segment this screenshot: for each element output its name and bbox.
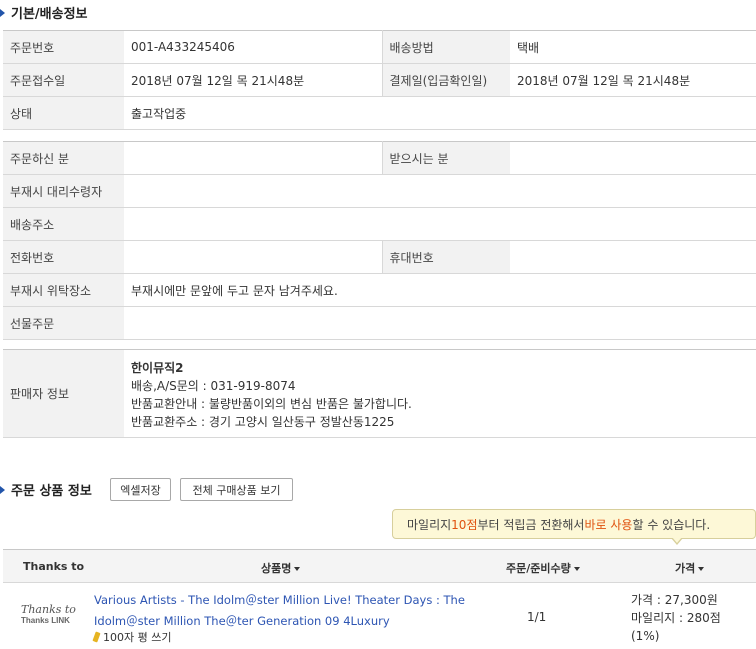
thanks-logo-top: Thanks to [21,603,76,616]
mileage-percent: (1%) [631,629,660,643]
tooltip-text-3: 할 수 있습니다. [632,517,711,532]
receiver-value [510,141,756,175]
orderer-value [124,141,382,175]
section-bullet-icon [0,8,5,17]
mobile-label: 휴대번호 [381,240,510,274]
table-row: Thanks to Thanks LINK Various Artists - … [3,583,756,649]
thanks-logo-bottom: Thanks LINK [21,616,70,625]
product-title-line1: Various Artists - The Idolm＠ster Million… [94,593,465,607]
gift-order-label: 선물주문 [3,306,124,340]
tooltip-highlight-1: 10점 [451,517,478,532]
product-title-link[interactable]: Various Artists - The Idolm＠ster Million… [94,590,474,632]
seller-details: 한이뮤직2 배송,A/S문의 : 031-919-8074 반품교환안내 : 불… [124,349,756,438]
pencil-icon [92,631,101,643]
seller-exchange-address: 반품교환주소 : 경기 고양시 일산동구 정발산동1225 [131,414,395,429]
tooltip-text-1: 마일리지 [407,517,452,532]
gift-order-value [124,306,756,340]
address-label: 배송주소 [3,207,124,241]
section-bullet-icon [0,485,5,494]
seller-info-table: 판매자 정보 한이뮤직2 배송,A/S문의 : 031-919-8074 반품교… [3,349,756,438]
excel-save-button[interactable]: 엑셀저장 [110,478,171,501]
tooltip-arrow-fill [672,537,682,543]
basic-info-title-text: 기본/배송정보 [11,7,88,22]
mileage-tooltip: 마일리지 10점 부터 적립금 전환해서 바로 사용 할 수 있습니다. [392,509,756,545]
address-value [124,207,756,241]
column-product-name[interactable]: 상품명 [261,560,301,576]
status-label: 상태 [3,96,124,130]
proxy-receiver-label: 부재시 대리수령자 [3,174,124,208]
delivery-info-table: 주문하신 분 받으시는 분 부재시 대리수령자 배송주소 전화번호 휴대번호 부… [3,141,756,340]
seller-exchange-info: 반품교환안내 : 불량반품이외의 변심 반품은 불가합니다. [131,396,412,411]
phone-value [124,240,382,274]
delivery-method-value: 택배 [510,30,756,64]
seller-contact: 배송,A/S문의 : 031-919-8074 [131,378,296,393]
column-quantity-label: 주문/준비수량 [506,562,571,575]
basic-info-title: 기본/배송정보 [0,3,88,22]
proxy-receiver-value [124,174,756,208]
tooltip-highlight-2: 바로 사용 [584,517,633,532]
product-info-title: 주문 상품 정보 [0,480,92,499]
column-product-name-label: 상품명 [261,562,292,575]
product-grid-header: Thanks to 상품명 주문/준비수량 가격 [3,549,756,583]
consign-place-value: 부재시에만 문앞에 두고 문자 남겨주세요. [124,273,756,307]
phone-label: 전화번호 [3,240,124,274]
sort-caret-icon [698,567,705,571]
tooltip-text-2: 부터 적립금 전환해서 [477,517,585,532]
column-price-label: 가격 [675,562,696,575]
payment-date-label: 결제일(입금확인일) [381,63,510,97]
seller-label: 판매자 정보 [3,349,124,438]
order-received-value: 2018년 07월 12일 목 21시48분 [124,63,382,97]
order-received-label: 주문접수일 [3,63,124,97]
seller-name: 한이뮤직2 [131,360,184,375]
status-value: 출고작업중 [124,96,756,130]
consign-place-label: 부재시 위탁장소 [3,273,124,307]
mileage-value: 마일리지 : 280점 [631,611,721,625]
review-link[interactable]: 100자 평 쓰기 [92,629,172,645]
order-number-value: 001-A433245406 [124,30,382,64]
column-thanks-to: Thanks to [23,560,85,573]
view-all-purchases-button[interactable]: 전체 구매상품 보기 [180,478,293,501]
price-value: 가격 : 27,300원 [631,593,718,607]
order-number-label: 주문번호 [3,30,124,64]
delivery-method-label: 배송방법 [381,30,510,64]
sort-caret-icon [573,567,580,571]
price-info: 가격 : 27,300원 마일리지 : 280점 (1%) [631,591,721,645]
review-link-text: 100자 평 쓰기 [103,631,172,644]
quantity-value: 1/1 [527,610,547,624]
payment-date-value: 2018년 07월 12일 목 21시48분 [510,63,756,97]
product-info-title-text: 주문 상품 정보 [11,484,92,499]
receiver-label: 받으시는 분 [381,141,510,175]
thanks-to-logo[interactable]: Thanks to Thanks LINK [21,603,77,633]
order-info-table: 주문번호 001-A433245406 배송방법 택배 주문접수일 2018년 … [3,30,756,130]
orderer-label: 주문하신 분 [3,141,124,175]
sort-caret-icon [294,567,301,571]
column-quantity[interactable]: 주문/준비수량 [506,560,580,576]
mobile-value [510,240,756,274]
column-price[interactable]: 가격 [675,560,705,576]
